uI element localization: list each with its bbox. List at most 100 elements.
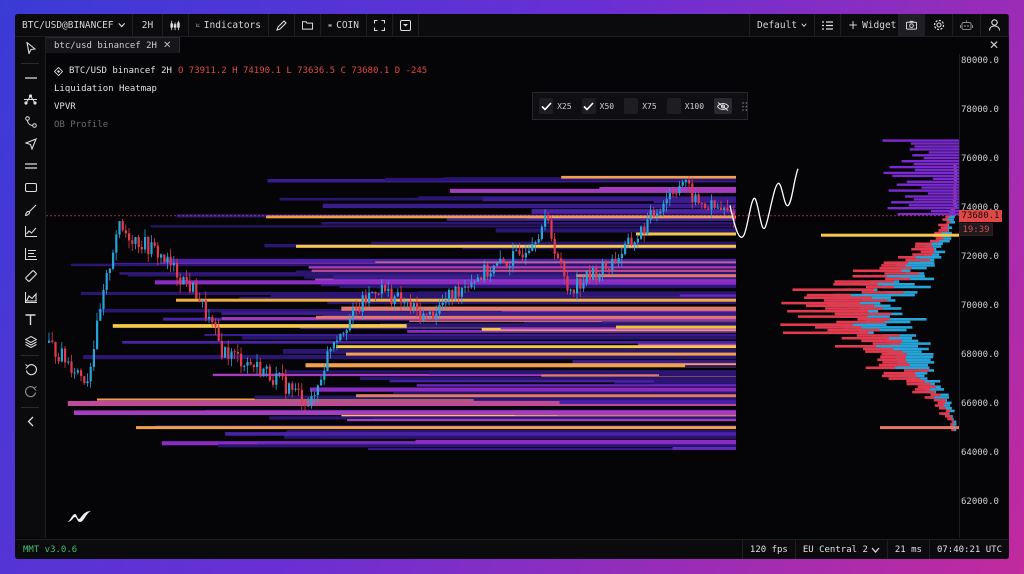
candle-body: [384, 284, 387, 292]
heatmap-band: [672, 447, 736, 450]
forecast-tool[interactable]: [22, 289, 39, 306]
nodes-icon: [24, 94, 37, 105]
chart-tab[interactable]: btc/usd binancef 2H ✕: [45, 37, 181, 53]
horizontal-line-tool[interactable]: [22, 69, 39, 86]
drag-handle-icon[interactable]: [741, 101, 747, 112]
undo-button[interactable]: [22, 361, 39, 378]
legend-indicator-ob-profile[interactable]: OB Profile: [54, 116, 427, 134]
candle-body: [444, 300, 447, 303]
candle-body: [678, 185, 681, 194]
candle-body: [710, 200, 713, 210]
bot-button[interactable]: [953, 14, 981, 36]
arrow-tool[interactable]: [22, 135, 39, 152]
candle-body: [304, 403, 307, 406]
candle-body: [582, 282, 585, 289]
heatmap-band: [322, 203, 736, 209]
x25-checkbox[interactable]: [539, 98, 554, 114]
close-tab-icon[interactable]: ✕: [163, 40, 171, 51]
candle-body: [329, 348, 332, 352]
candle-body: [137, 237, 140, 247]
candle-body: [310, 396, 313, 406]
profile-bar-ask: [914, 388, 930, 391]
redo-button[interactable]: [22, 383, 39, 400]
profile-bar-ask: [924, 396, 935, 399]
heatmap-band: [225, 432, 736, 436]
save-layout-button[interactable]: [393, 14, 419, 36]
candle-body: [217, 326, 220, 341]
candle-body: [492, 265, 495, 274]
profile-bar-ask: [906, 380, 925, 383]
legend-indicator-vpvr[interactable]: VPVR: [54, 98, 427, 116]
profile-bar-ask: [904, 369, 929, 372]
status-bar: MMT v3.0.6 120 fps EU Central 2 21 ms 07…: [15, 539, 1009, 559]
price-label: 76000.0: [961, 154, 999, 164]
candle-body: [697, 194, 700, 204]
heatmap-band: [531, 209, 736, 214]
layers-tool[interactable]: [22, 333, 39, 350]
candle-body: [592, 268, 595, 280]
fps-indicator: 120 fps: [741, 540, 795, 559]
candle-body: [428, 311, 431, 315]
candle-body: [345, 330, 348, 334]
heatmap-band: [393, 391, 736, 394]
close-panel-icon[interactable]: ✕: [989, 38, 999, 52]
measure-tool[interactable]: [22, 267, 39, 284]
collapse-toolbar-button[interactable]: [22, 413, 39, 430]
chart-type-button[interactable]: [163, 14, 189, 36]
candle-body: [720, 207, 723, 210]
profile-bar-ask: [898, 256, 916, 259]
x100-checkbox[interactable]: [666, 98, 681, 114]
parallel-lines-tool[interactable]: [22, 157, 39, 174]
profile-bar-ask: [877, 358, 906, 361]
list-button[interactable]: [815, 14, 841, 36]
list-icon: [822, 20, 833, 30]
candle-body: [214, 322, 217, 327]
screenshot-button[interactable]: [899, 14, 925, 36]
layout-selector[interactable]: Default: [749, 14, 815, 36]
folder-button[interactable]: [295, 14, 321, 36]
candle-body: [150, 242, 153, 255]
candle-body: [496, 263, 499, 266]
profile-bar-ask: [951, 420, 955, 423]
symbol-selector[interactable]: BTC/USD@BINANCEF: [15, 14, 133, 36]
indicators-label: Indicators: [203, 19, 261, 31]
coin-button[interactable]: COIN: [321, 14, 367, 36]
cursor-tool[interactable]: [22, 39, 39, 56]
legend-indicator-heatmap[interactable]: Liquidation Heatmap: [54, 80, 427, 98]
region-selector[interactable]: EU Central 2: [794, 540, 887, 559]
hide-toggle[interactable]: [714, 98, 732, 114]
profile-bar-ask: [798, 315, 868, 318]
chart-area[interactable]: BTC/USD binancef 2H O 73911.2 H 74190.1 …: [46, 54, 959, 538]
draw-button[interactable]: [269, 14, 295, 36]
trend-tool[interactable]: [22, 223, 39, 240]
heatmap-hotspot: [346, 352, 736, 356]
price-axis[interactable]: 80000.0 78000.0 76000.0 74000.0 72000.0 70000…: [959, 54, 1009, 538]
rectangle-tool[interactable]: [22, 179, 39, 196]
candle-body: [246, 361, 249, 366]
interval-selector[interactable]: 2H: [133, 14, 163, 36]
candle-body: [342, 333, 345, 335]
path-tool[interactable]: [22, 113, 39, 130]
settings-button[interactable]: [925, 14, 953, 36]
candle-body: [288, 383, 291, 394]
x75-checkbox[interactable]: [624, 98, 639, 114]
profile-bar-ask: [930, 239, 940, 243]
profile-bar-ask: [905, 258, 931, 262]
account-button[interactable]: [981, 14, 1009, 36]
fib-tool[interactable]: [22, 245, 39, 262]
path-icon: [24, 115, 37, 128]
brush-tool[interactable]: [22, 201, 39, 218]
candle-body: [665, 199, 668, 204]
candle-body: [374, 291, 377, 294]
heatmap-band: [654, 380, 736, 385]
candle-body: [176, 262, 179, 278]
node-tool[interactable]: [22, 91, 39, 108]
profile-bar-ob: [931, 210, 959, 213]
indicators-button[interactable]: Indicators: [189, 14, 269, 36]
candle-body: [457, 286, 460, 297]
text-tool[interactable]: [22, 311, 39, 328]
fullscreen-button[interactable]: [367, 14, 393, 36]
x50-checkbox[interactable]: [581, 98, 596, 114]
legend-ohlc: O 73911.2 H 74190.1 L 73636.5 C 73680.1 …: [177, 66, 428, 76]
add-widget-button[interactable]: + Widget: [841, 14, 899, 36]
